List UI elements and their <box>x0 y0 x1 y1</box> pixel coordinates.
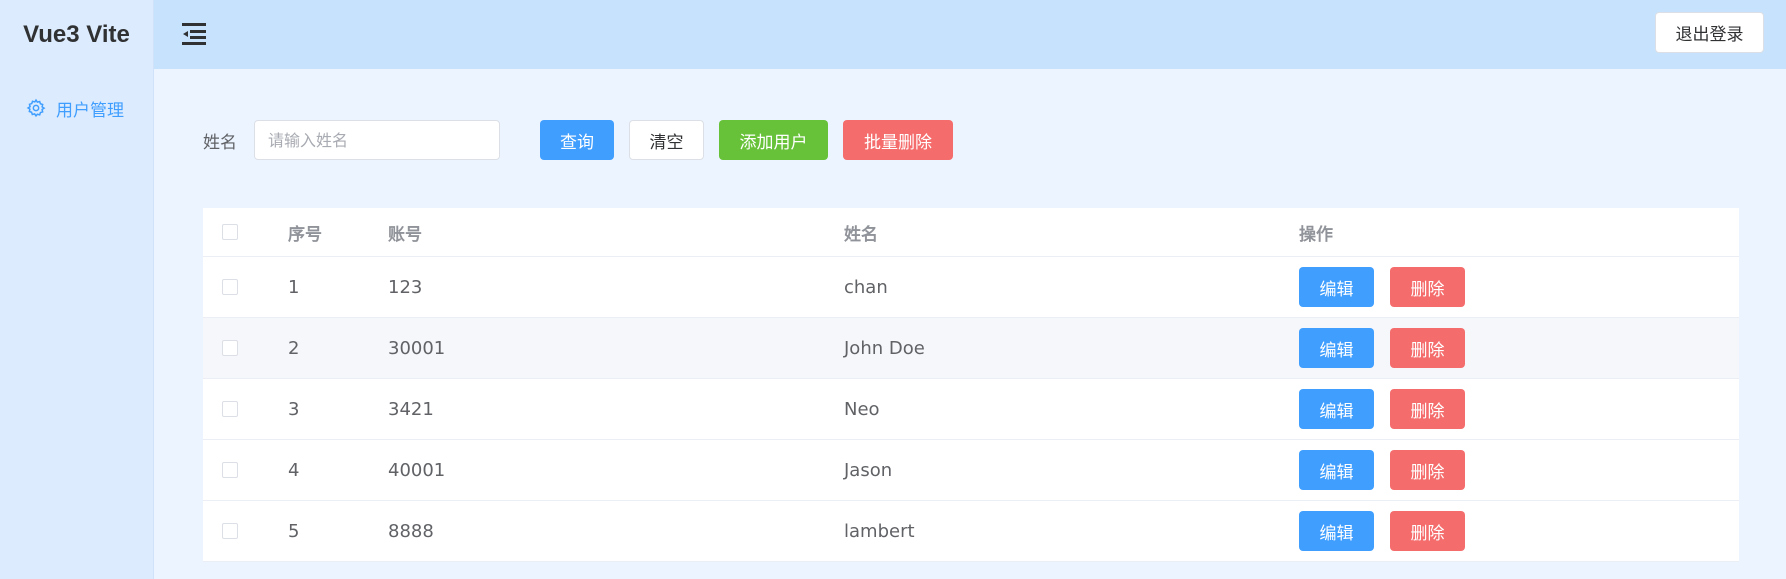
delete-button[interactable]: 删除 <box>1390 389 1465 429</box>
delete-button[interactable]: 删除 <box>1390 267 1465 307</box>
table-row: 1 123 chan 编辑 删除 <box>203 257 1739 318</box>
top-header: 退出登录 <box>154 0 1786 69</box>
sidebar: Vue3 Vite 用户管理 <box>0 0 154 579</box>
add-user-button[interactable]: 添加用户 <box>719 120 828 160</box>
edit-button[interactable]: 编辑 <box>1299 450 1374 490</box>
logout-button[interactable]: 退出登录 <box>1655 12 1764 53</box>
row-name: Neo <box>844 398 880 420</box>
row-account: 8888 <box>388 520 434 542</box>
row-name: chan <box>844 276 888 298</box>
gear-icon <box>26 98 46 118</box>
delete-button[interactable]: 删除 <box>1390 450 1465 490</box>
row-checkbox[interactable] <box>222 340 238 356</box>
row-index: 3 <box>288 398 300 420</box>
row-checkbox[interactable] <box>222 401 238 417</box>
row-index: 5 <box>288 520 300 542</box>
edit-button[interactable]: 编辑 <box>1299 328 1374 368</box>
row-account: 123 <box>388 276 423 298</box>
table-row: 5 8888 lambert 编辑 删除 <box>203 501 1739 562</box>
table-row: 2 30001 John Doe 编辑 删除 <box>203 318 1739 379</box>
row-index: 2 <box>288 337 300 359</box>
row-checkbox[interactable] <box>222 279 238 295</box>
row-name: John Doe <box>844 337 925 359</box>
row-name: lambert <box>844 520 915 542</box>
row-account: 30001 <box>388 337 446 359</box>
edit-button[interactable]: 编辑 <box>1299 267 1374 307</box>
column-header-index: 序号 <box>288 224 322 245</box>
delete-button[interactable]: 删除 <box>1390 511 1465 551</box>
name-search-input[interactable] <box>254 120 500 160</box>
edit-button[interactable]: 编辑 <box>1299 389 1374 429</box>
edit-button[interactable]: 编辑 <box>1299 511 1374 551</box>
row-checkbox[interactable] <box>222 462 238 478</box>
row-account: 40001 <box>388 459 446 481</box>
row-account: 3421 <box>388 398 434 420</box>
brand-title: Vue3 Vite <box>23 20 130 48</box>
query-button[interactable]: 查询 <box>540 120 614 160</box>
row-name: Jason <box>844 459 893 481</box>
column-header-operations: 操作 <box>1299 224 1333 245</box>
row-index: 1 <box>288 276 300 298</box>
select-all-checkbox[interactable] <box>222 224 238 240</box>
row-checkbox[interactable] <box>222 523 238 539</box>
user-table: 序号 账号 姓名 操作 1 123 chan 编辑 删除 2 30001 Joh… <box>203 208 1739 562</box>
sidebar-item-user-management[interactable]: 用户管理 <box>0 89 153 127</box>
column-header-name: 姓名 <box>844 224 878 245</box>
table-row: 4 40001 Jason 编辑 删除 <box>203 440 1739 501</box>
delete-button[interactable]: 删除 <box>1390 328 1465 368</box>
column-header-account: 账号 <box>388 224 422 245</box>
menu-fold-icon[interactable] <box>180 20 210 48</box>
name-search-label: 姓名 <box>203 133 237 153</box>
table-row: 3 3421 Neo 编辑 删除 <box>203 379 1739 440</box>
clear-button[interactable]: 清空 <box>629 120 704 160</box>
sidebar-item-label: 用户管理 <box>56 100 124 121</box>
table-header-row: 序号 账号 姓名 操作 <box>203 208 1739 257</box>
row-index: 4 <box>288 459 300 481</box>
batch-delete-button[interactable]: 批量删除 <box>843 120 953 160</box>
